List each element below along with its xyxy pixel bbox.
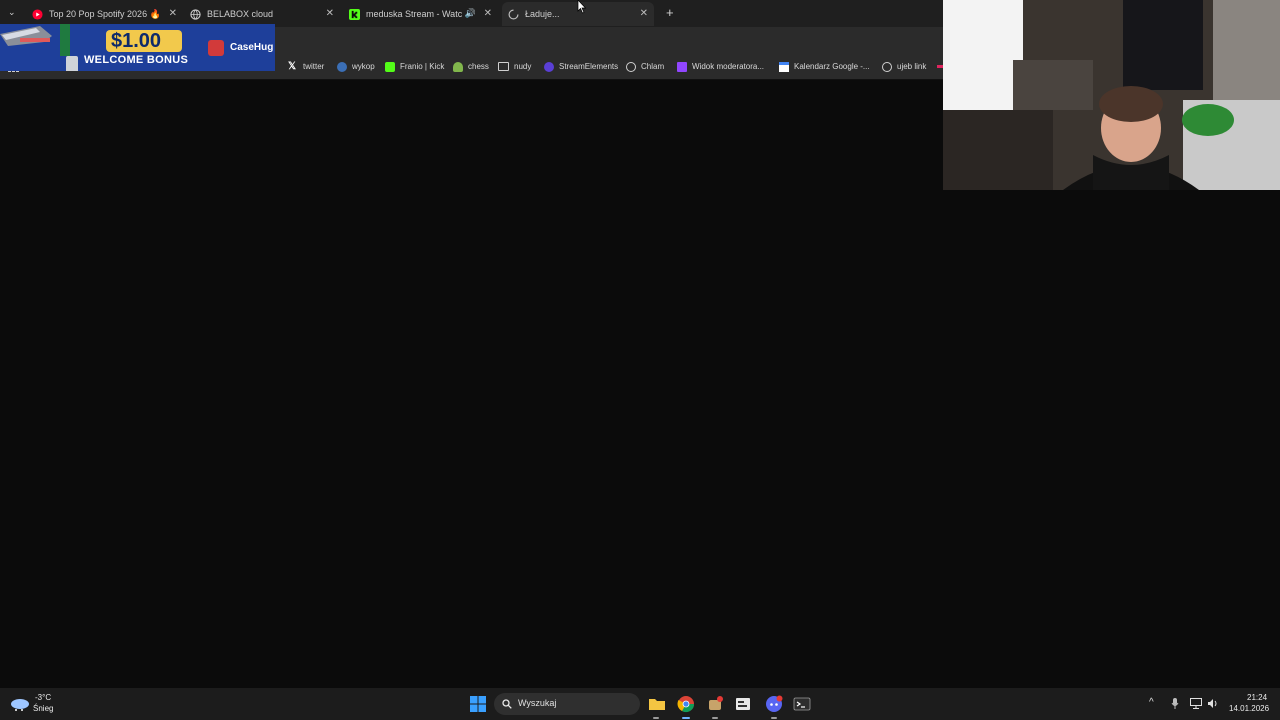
- bookmark-twitch-moderator[interactable]: Widok moderatora...: [677, 54, 764, 79]
- bookmark-label: chess: [468, 62, 489, 71]
- kick-icon: [385, 61, 395, 72]
- close-icon[interactable]: ✕: [484, 8, 492, 19]
- bookmark-wykop[interactable]: wykop: [337, 54, 375, 79]
- youtube-icon: [32, 8, 43, 20]
- file-explorer-icon[interactable]: [648, 695, 666, 713]
- twitch-icon: [677, 61, 687, 72]
- snow-cloud-icon: [11, 699, 29, 711]
- kick-icon: [349, 8, 360, 20]
- close-icon[interactable]: ✕: [169, 8, 177, 19]
- casehug-logo-icon: [208, 40, 224, 56]
- weather-widget[interactable]: -3°C Śnieg: [10, 693, 80, 715]
- running-indicator: [653, 717, 659, 719]
- tray-overflow-chevron-icon[interactable]: ^: [1149, 697, 1154, 708]
- clock-time[interactable]: 21:24: [1247, 693, 1267, 702]
- globe-icon: [190, 8, 201, 20]
- browser-tab-strip: ⌄ Top 20 Pop Spotify 2026 🔥 Ed ✕ BELABOX…: [0, 0, 943, 27]
- bookmark-google-calendar[interactable]: Kalendarz Google -...: [779, 54, 870, 79]
- wykop-icon: [337, 61, 347, 72]
- bookmark-chlam[interactable]: Chlam: [626, 54, 664, 79]
- mouse-cursor-icon: [577, 0, 587, 14]
- knife-graphic: [0, 24, 78, 71]
- speaker-icon[interactable]: 🔊: [465, 8, 476, 19]
- network-icon[interactable]: [1190, 698, 1202, 709]
- bookmark-label: Chlam: [641, 62, 665, 71]
- streamelements-icon: [544, 61, 554, 72]
- weather-desc: Śnieg: [33, 704, 54, 713]
- tab-title: BELABOX cloud: [207, 9, 274, 19]
- casehug-ad-banner[interactable]: $1.00 WELCOME BONUS CaseHug: [0, 24, 275, 71]
- game-app-icon[interactable]: [706, 695, 724, 713]
- clock-date[interactable]: 14.01.2026: [1229, 704, 1269, 713]
- bookmark-streamelements[interactable]: StreamElements: [544, 54, 618, 79]
- bookmark-ujeb-link[interactable]: ujeb link: [882, 54, 926, 79]
- running-indicator: [771, 717, 777, 719]
- bookmark-twitter[interactable]: 𝕏 twitter: [288, 54, 324, 79]
- bookmark-kick[interactable]: Franio | Kick: [385, 54, 444, 79]
- weather-temp: -3°C: [35, 693, 52, 702]
- taskbar-search-box[interactable]: Wyszukaj: [494, 693, 640, 715]
- close-icon[interactable]: ✕: [640, 8, 648, 19]
- bookmark-label: wykop: [352, 62, 375, 71]
- loading-spinner-icon: [508, 9, 519, 19]
- new-tab-button[interactable]: +: [666, 5, 674, 20]
- bookmark-label: Widok moderatora...: [692, 62, 765, 71]
- bookmark-label: nudy: [514, 62, 532, 71]
- bookmark-label: Franio | Kick: [400, 62, 445, 71]
- tab-title: Top 20 Pop Spotify 2026 🔥 Ed: [49, 8, 159, 19]
- bookmark-chess[interactable]: chess: [453, 54, 489, 79]
- bookmark-folder-nudy[interactable]: nudy: [498, 54, 531, 79]
- search-placeholder: Wyszukaj: [518, 698, 557, 708]
- windows-start-icon[interactable]: [469, 695, 487, 713]
- webcam-feed-image: [943, 0, 1280, 190]
- globe-icon: [626, 61, 636, 72]
- volume-icon[interactable]: [1207, 698, 1219, 709]
- globe-icon: [882, 61, 892, 72]
- calendar-icon: [779, 61, 789, 72]
- bookmark-label: twitter: [303, 62, 325, 71]
- pawn-icon: [453, 61, 463, 72]
- search-icon: [502, 699, 512, 709]
- bookmark-label: ujeb link: [897, 62, 927, 71]
- windows-taskbar: -3°C Śnieg Wyszukaj ^ 21:24 14.01.2026: [0, 688, 1280, 720]
- tab-title: meduska Stream - Watch Live: [366, 9, 462, 19]
- tab-title: Ładuje...: [525, 9, 560, 19]
- tab-meduska-stream[interactable]: meduska Stream - Watch Live 🔊 ✕: [349, 2, 492, 26]
- bookmark-label: Kalendarz Google -...: [794, 62, 870, 71]
- folder-icon: [498, 62, 509, 71]
- running-indicator: [712, 717, 718, 719]
- tab-search-chevron-icon[interactable]: ⌄: [8, 7, 16, 18]
- bonus-headline: WELCOME BONUS: [84, 54, 189, 66]
- bonus-amount: $1.00: [111, 30, 162, 52]
- discord-icon[interactable]: [765, 695, 783, 713]
- chrome-icon[interactable]: [677, 695, 695, 713]
- tab-belabox[interactable]: BELABOX cloud ✕: [190, 2, 334, 26]
- app-window-icon[interactable]: [734, 695, 752, 713]
- close-icon[interactable]: ✕: [326, 8, 334, 19]
- bookmark-label: StreamElements: [559, 62, 619, 71]
- tab-spotify[interactable]: Top 20 Pop Spotify 2026 🔥 Ed ✕: [32, 2, 177, 26]
- webcam-overlay: [943, 0, 1280, 190]
- ad-brand: CaseHug: [230, 42, 274, 53]
- terminal-icon[interactable]: [793, 695, 811, 713]
- microphone-icon[interactable]: [1171, 698, 1179, 710]
- x-icon: 𝕏: [288, 60, 297, 72]
- running-indicator: [682, 717, 690, 719]
